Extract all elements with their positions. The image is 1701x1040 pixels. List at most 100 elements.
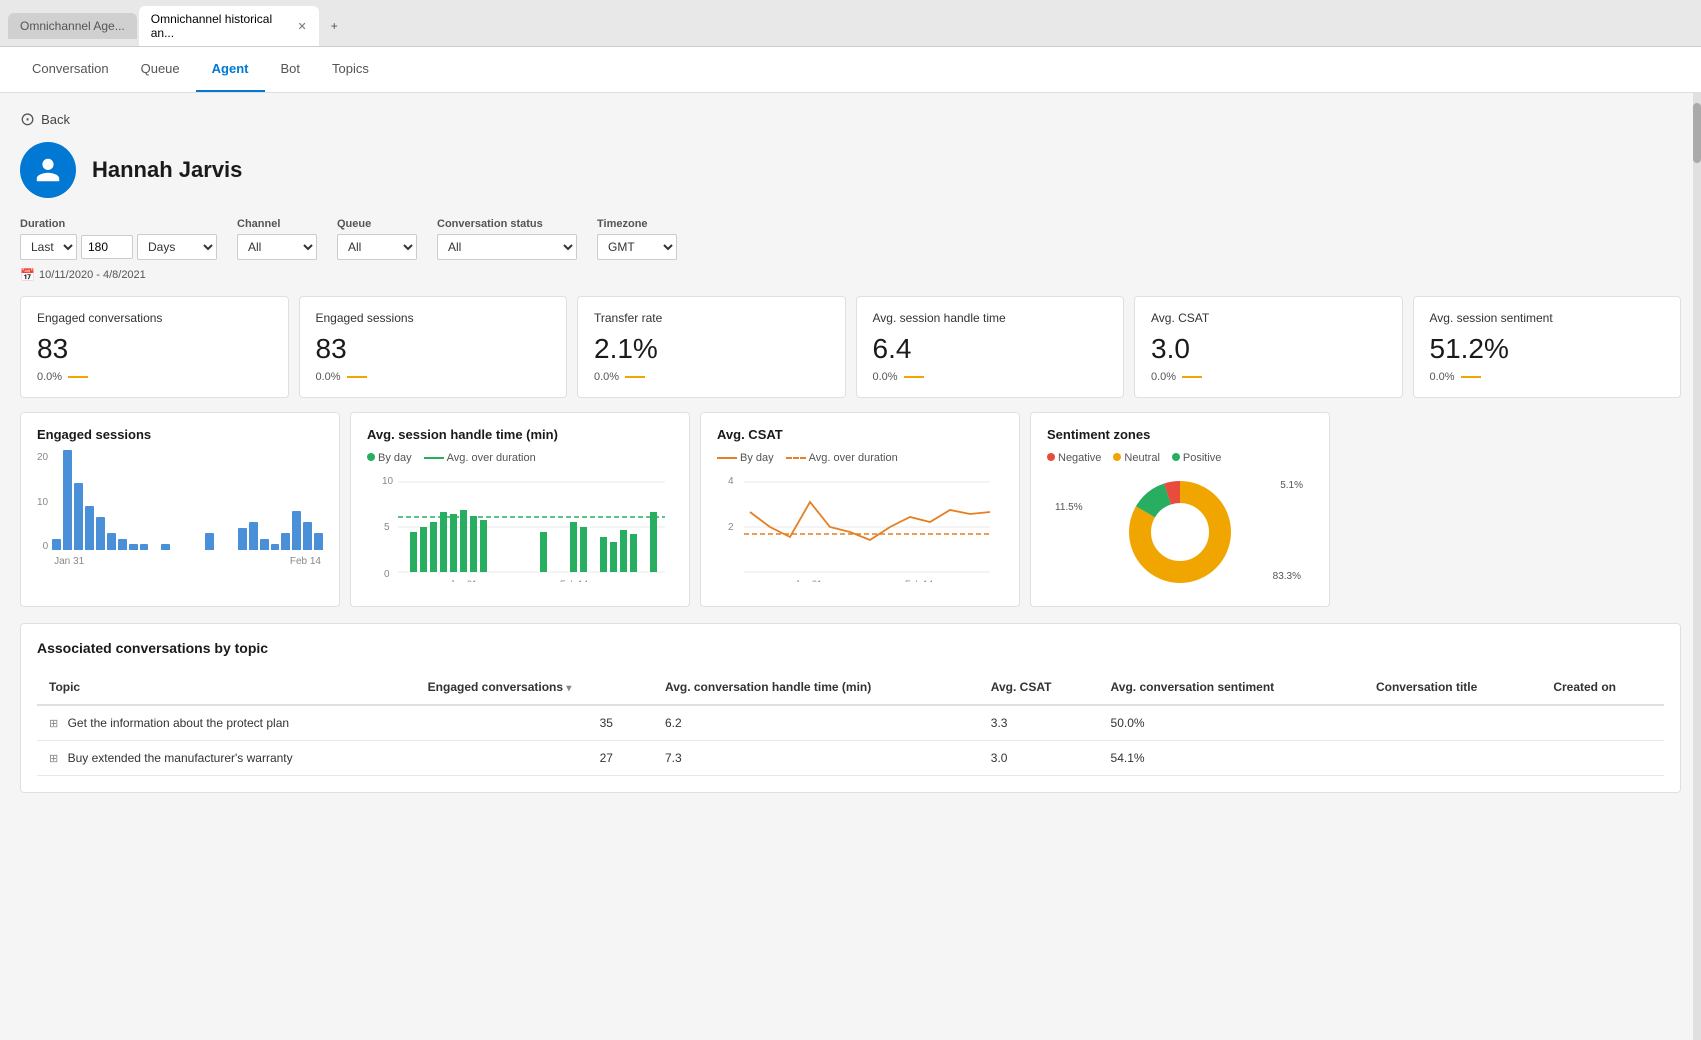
col-conv-title: Conversation title — [1364, 670, 1541, 705]
kpi-avg-sentiment-footer: 0.0% — [1430, 371, 1665, 383]
duration-controls: Last Days Weeks Months — [20, 234, 217, 260]
channel-select[interactable]: All — [237, 234, 317, 260]
sessions-bar-chart — [52, 452, 323, 552]
sentiment-pct-negative: 5.1% — [1280, 480, 1303, 491]
bar — [52, 539, 61, 550]
bar — [314, 533, 323, 550]
queue-select[interactable]: All — [337, 234, 417, 260]
cell-conv-title-2 — [1364, 741, 1541, 776]
back-label: Back — [41, 112, 70, 127]
back-icon: ⊙ — [20, 109, 35, 130]
kpi-engaged-conversations: Engaged conversations 83 0.0% — [20, 296, 289, 398]
col-created-on: Created on — [1541, 670, 1664, 705]
svg-text:Jan 31: Jan 31 — [450, 579, 477, 582]
browser-tab-active[interactable]: Omnichannel historical an... ✕ — [139, 6, 319, 46]
bar — [129, 544, 138, 550]
chart-sentiment-legend: Negative Neutral Positive — [1047, 452, 1313, 464]
bar — [260, 539, 269, 550]
kpi-avg-csat-change: 0.0% — [1151, 371, 1176, 383]
filters-row: Duration Last Days Weeks Months Channel … — [20, 218, 1681, 260]
kpi-engaged-sess-line — [347, 376, 367, 378]
browser-tabs: Omnichannel Age... Omnichannel historica… — [0, 0, 1701, 47]
cell-avg-sentiment-1: 50.0% — [1099, 705, 1364, 741]
tab-queue[interactable]: Queue — [125, 47, 196, 92]
kpi-engaged-conv-change: 0.0% — [37, 371, 62, 383]
col-avg-sentiment: Avg. conversation sentiment — [1099, 670, 1364, 705]
chart-avg-handle-title: Avg. session handle time (min) — [367, 427, 673, 442]
chart-sentiment-zones: Sentiment zones Negative Neutral Positiv… — [1030, 412, 1330, 607]
sort-icon[interactable]: ▾ — [566, 683, 571, 694]
kpi-avg-handle-change: 0.0% — [873, 371, 898, 383]
tab-conversation[interactable]: Conversation — [16, 47, 125, 92]
status-select[interactable]: All — [437, 234, 577, 260]
duration-preset-select[interactable]: Last — [20, 234, 77, 260]
table-header-row: Topic Engaged conversations ▾ Avg. conve… — [37, 670, 1664, 705]
svg-text:Feb 14: Feb 14 — [560, 579, 588, 582]
chart-avg-csat-title: Avg. CSAT — [717, 427, 1003, 442]
duration-value-input[interactable] — [81, 235, 133, 259]
status-filter: Conversation status All — [437, 218, 577, 260]
kpi-transfer-footer: 0.0% — [594, 371, 829, 383]
queue-label: Queue — [337, 218, 417, 230]
table-section: Associated conversations by topic Topic … — [20, 623, 1681, 793]
main-content: ⊙ Back Hannah Jarvis Duration Last Days … — [0, 93, 1701, 1040]
kpi-row: Engaged conversations 83 0.0% Engaged se… — [20, 296, 1681, 398]
tab-agent[interactable]: Agent — [196, 47, 265, 92]
col-engaged-conv: Engaged conversations ▾ — [416, 670, 653, 705]
avatar — [20, 142, 76, 198]
bar — [281, 533, 290, 550]
legend-avg-dash — [424, 457, 444, 459]
kpi-avg-handle-line — [904, 376, 924, 378]
bar — [96, 517, 105, 550]
bar — [238, 528, 247, 550]
sentiment-pct-positive: 11.5% — [1055, 502, 1083, 513]
timezone-filter: Timezone GMT — [597, 218, 677, 260]
bar — [63, 450, 72, 550]
tab-bot[interactable]: Bot — [265, 47, 317, 92]
bar — [85, 506, 94, 550]
date-range: 📅 10/11/2020 - 4/8/2021 — [20, 268, 1681, 282]
expand-icon-1[interactable]: ⊞ — [49, 718, 58, 730]
chart-engaged-sessions: Engaged sessions 20 10 0 Jan 31 Feb 14 — [20, 412, 340, 607]
cell-topic-2: ⊞ Buy extended the manufacturer's warran… — [37, 741, 416, 776]
cell-conv-title-1 — [1364, 705, 1541, 741]
timezone-select[interactable]: GMT — [597, 234, 677, 260]
col-avg-handle: Avg. conversation handle time (min) — [653, 670, 979, 705]
browser-tab-inactive[interactable]: Omnichannel Age... — [8, 13, 137, 39]
cell-engaged-conv-1: 35 — [416, 705, 653, 741]
svg-text:4: 4 — [728, 476, 734, 487]
chart-row: Engaged sessions 20 10 0 Jan 31 Feb 14 — [20, 412, 1681, 607]
bar — [140, 544, 149, 550]
table-section-title: Associated conversations by topic — [37, 640, 1664, 656]
kpi-avg-csat-value: 3.0 — [1151, 333, 1386, 365]
scrollbar-thumb[interactable] — [1693, 103, 1701, 163]
chart-engaged-sessions-title: Engaged sessions — [37, 427, 323, 442]
svg-text:0: 0 — [384, 569, 390, 580]
kpi-engaged-sess-title: Engaged sessions — [316, 311, 551, 325]
chart-avg-handle: Avg. session handle time (min) By day Av… — [350, 412, 690, 607]
kpi-avg-handle: Avg. session handle time 6.4 0.0% — [856, 296, 1125, 398]
donut-chart-svg — [1115, 472, 1245, 592]
cell-created-on-2 — [1541, 741, 1664, 776]
kpi-avg-csat-line — [1182, 376, 1202, 378]
kpi-engaged-sess-footer: 0.0% — [316, 371, 551, 383]
add-tab-button[interactable]: + — [321, 13, 348, 39]
kpi-avg-sentiment-title: Avg. session sentiment — [1430, 311, 1665, 325]
close-tab-icon[interactable]: ✕ — [298, 20, 307, 33]
kpi-transfer-title: Transfer rate — [594, 311, 829, 325]
tab-inactive-label: Omnichannel Age... — [20, 19, 125, 33]
kpi-engaged-sess-value: 83 — [316, 333, 551, 365]
kpi-avg-sentiment-value: 51.2% — [1430, 333, 1665, 365]
chart-avg-csat-legend: By day Avg. over duration — [717, 452, 1003, 464]
avg-csat-chart-svg: 4 2 Jan 31 Feb 14 — [717, 472, 1003, 582]
bar — [303, 522, 312, 550]
scrollbar[interactable] — [1693, 93, 1701, 1040]
col-avg-csat: Avg. CSAT — [979, 670, 1099, 705]
tab-topics[interactable]: Topics — [316, 47, 385, 92]
expand-icon-2[interactable]: ⊞ — [49, 753, 58, 765]
back-button[interactable]: ⊙ Back — [20, 109, 1681, 130]
bar — [249, 522, 258, 550]
duration-unit-select[interactable]: Days Weeks Months — [137, 234, 217, 260]
svg-text:Jan 31: Jan 31 — [795, 579, 822, 582]
cell-created-on-1 — [1541, 705, 1664, 741]
